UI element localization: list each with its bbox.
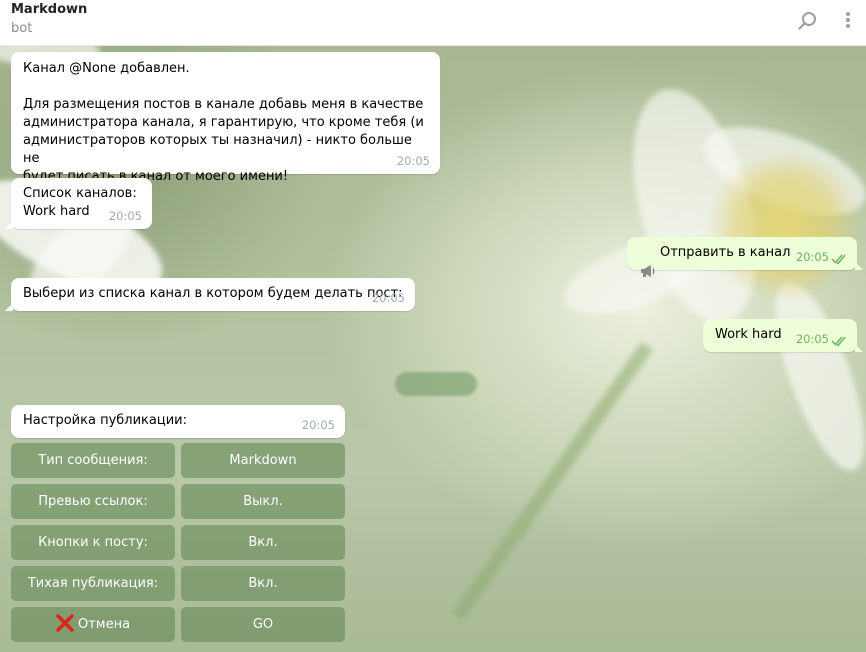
message-text: Настройка публикации:: [23, 413, 187, 428]
read-checks-icon: [831, 335, 849, 347]
outgoing-message: Work hard 20:05: [703, 319, 863, 352]
message-time: 20:05: [371, 291, 405, 305]
incoming-message: Выбери из списка канал в котором будем д…: [5, 278, 415, 311]
search-icon[interactable]: [795, 8, 821, 34]
cross-mark-icon: [56, 613, 74, 636]
message-text: Канал @None добавлен. Для размещения пос…: [23, 61, 424, 184]
bubble-tail: [5, 303, 13, 311]
chat-subtitle: bot: [11, 21, 33, 36]
keyboard-button-link-preview-value[interactable]: Выкл.: [181, 484, 345, 519]
message-text: Отправить в канал: [660, 245, 791, 260]
keyboard-button-silent-publish[interactable]: Тихая публикация:: [11, 566, 175, 601]
chat-header: Markdown bot: [0, 0, 866, 46]
chat-title: Markdown: [11, 2, 88, 17]
keyboard-button-post-buttons[interactable]: Кнопки к посту:: [11, 525, 175, 560]
message-time: 20:05: [301, 418, 335, 432]
keyboard-button-message-type[interactable]: Тип сообщения:: [11, 443, 175, 478]
go-button[interactable]: GO: [181, 607, 345, 642]
cancel-button[interactable]: Отмена: [11, 607, 175, 642]
keyboard-button-message-type-value[interactable]: Markdown: [181, 443, 345, 478]
message-text: Выбери из списка канал в котором будем д…: [23, 286, 403, 301]
bubble-tail: [855, 344, 863, 352]
bubble-tail: [5, 221, 13, 229]
keyboard-button-post-buttons-value[interactable]: Вкл.: [181, 525, 345, 560]
megaphone-icon: [639, 245, 657, 277]
message-time: 20:05: [108, 209, 142, 223]
incoming-message: Настройка публикации: 20:05: [11, 405, 345, 438]
incoming-message: Список каналов: Work hard 20:05: [5, 178, 152, 229]
date-separator: [395, 372, 477, 396]
outgoing-message: Отправить в канал 20:05: [627, 237, 863, 277]
message-time: 20:05: [795, 250, 829, 264]
more-vertical-icon[interactable]: [835, 8, 861, 34]
keyboard-button-link-preview[interactable]: Превью ссылок:: [11, 484, 175, 519]
incoming-message: Канал @None добавлен. Для размещения пос…: [11, 52, 440, 184]
read-checks-icon: [831, 253, 849, 265]
cancel-button-label: Отмена: [77, 617, 131, 632]
message-time: 20:05: [795, 332, 829, 346]
keyboard-button-silent-publish-value[interactable]: Вкл.: [181, 566, 345, 601]
bubble-tail: [855, 262, 863, 270]
message-time: 20:05: [396, 154, 430, 168]
